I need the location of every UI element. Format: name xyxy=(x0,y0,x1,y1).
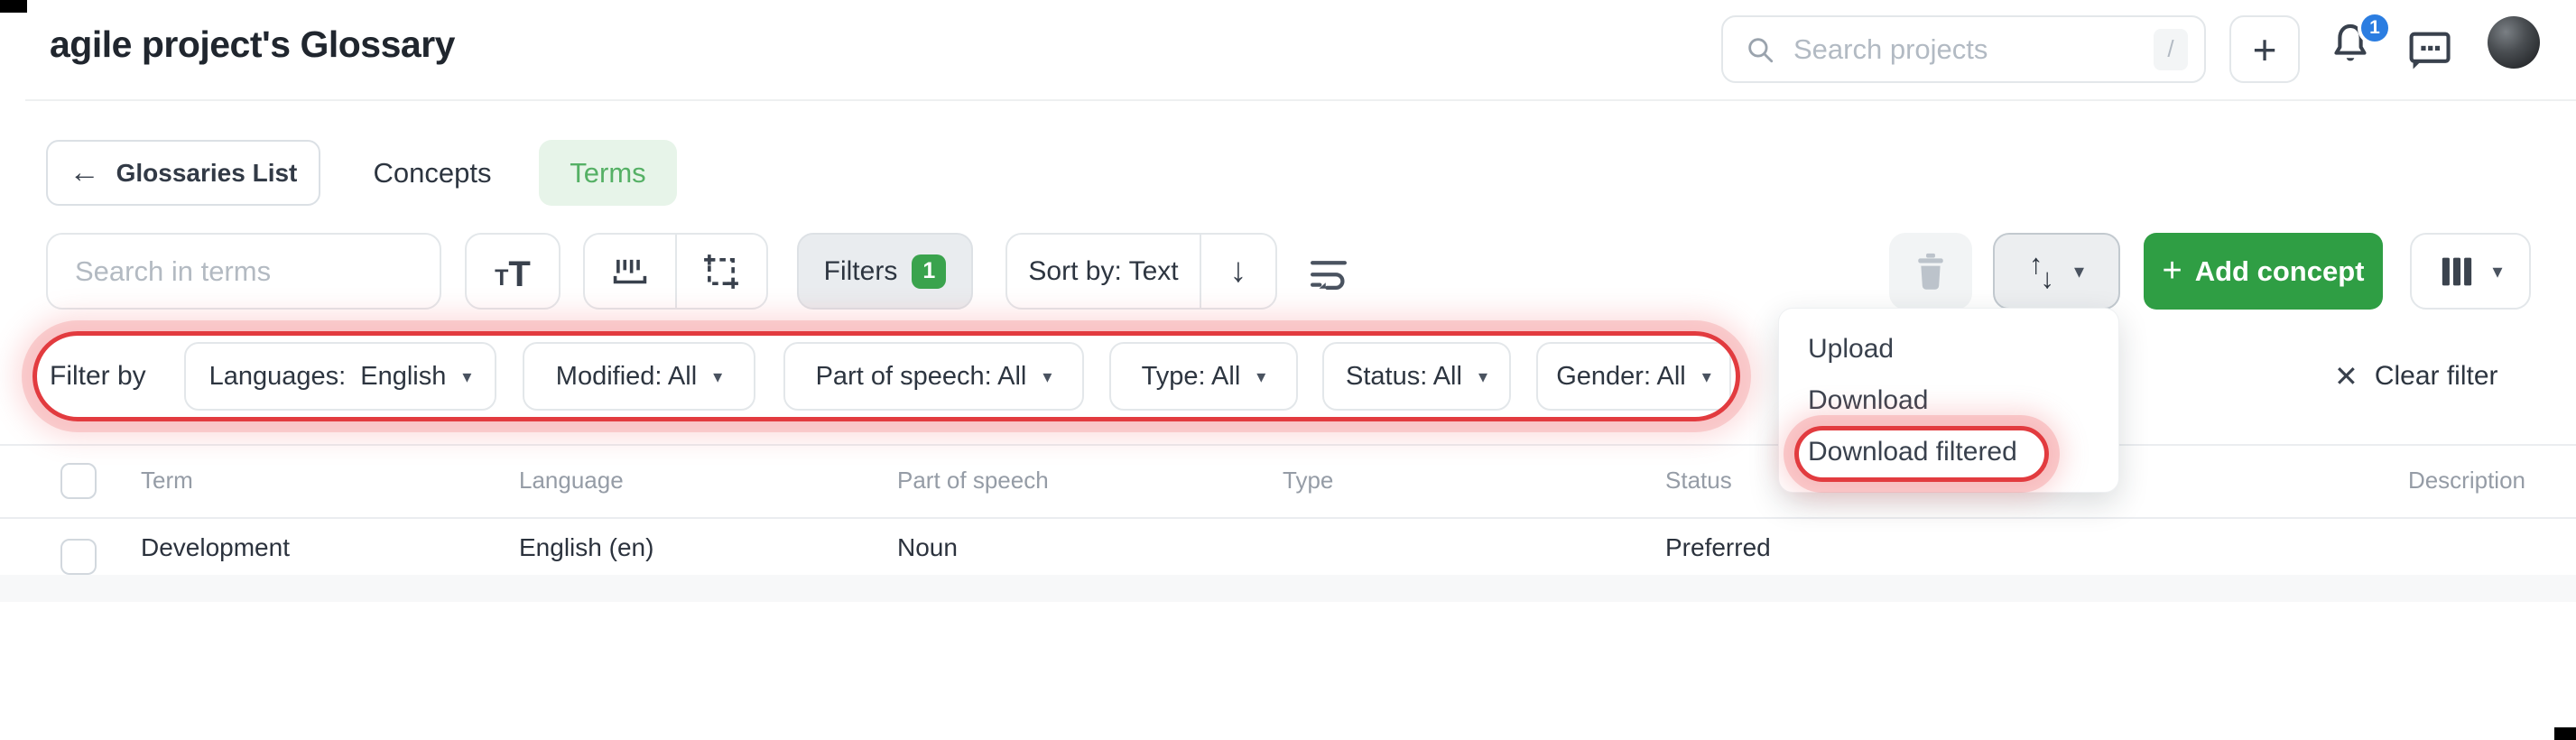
avatar[interactable] xyxy=(2488,16,2540,69)
column-header-status: Status xyxy=(1665,466,1732,494)
wrap-text-icon xyxy=(1311,261,1347,290)
select-all-checkbox[interactable] xyxy=(60,463,97,499)
caret-down-icon: ▾ xyxy=(1042,366,1052,387)
menu-item-upload[interactable]: Upload xyxy=(1779,323,2118,375)
cell-status: Preferred xyxy=(1665,533,1771,561)
filter-part-of-speech-dropdown[interactable]: Part of speech: All ▾ xyxy=(783,342,1084,411)
caret-down-icon: ▾ xyxy=(1478,366,1487,387)
filters-count-badge: 1 xyxy=(912,254,947,289)
table-header-divider xyxy=(0,517,2576,519)
corner-artifact-top-left xyxy=(0,0,27,13)
filter-type-dropdown[interactable]: Type: All ▾ xyxy=(1109,342,1298,411)
search-icon xyxy=(1748,37,1774,62)
back-button-label: Glossaries List xyxy=(116,158,298,187)
menu-item-download[interactable]: Download xyxy=(1779,375,2118,426)
sort-direction-icon: ↓ xyxy=(1229,252,1247,290)
glossary-terms-page: agile project's Glossary / + 1 ← Glossa xyxy=(0,0,2576,740)
arrow-down-icon: ↓ xyxy=(2040,262,2054,294)
filter-by-label: Filter by xyxy=(50,361,146,391)
chat-icon xyxy=(2409,32,2451,69)
cell-part-of-speech: Noun xyxy=(897,533,958,561)
filter-gender-dropdown[interactable]: Gender: All ▾ xyxy=(1536,342,1731,411)
wrap-text-button[interactable] xyxy=(1305,251,1352,292)
filters-button[interactable]: Filters 1 xyxy=(797,233,973,310)
page-title: agile project's Glossary xyxy=(50,23,455,65)
add-concept-label: Add concept xyxy=(2194,254,2365,287)
clear-filter-label: Clear filter xyxy=(2374,361,2498,391)
search-terms-box[interactable] xyxy=(46,233,441,310)
upload-download-menu: Upload Download Download filtered xyxy=(1778,308,2119,493)
filter-languages-dropdown[interactable]: Languages: English ▾ xyxy=(184,342,496,411)
search-mode-button-group xyxy=(583,233,768,310)
column-header-description: Description xyxy=(2407,466,2525,494)
exact-match-icon xyxy=(704,254,739,289)
notifications-button[interactable]: 1 xyxy=(2327,11,2392,76)
filter-modified-dropdown[interactable]: Modified: All ▾ xyxy=(523,342,755,411)
new-project-button[interactable]: + xyxy=(2229,15,2300,83)
tab-concepts-label: Concepts xyxy=(373,156,492,189)
delete-button[interactable] xyxy=(1889,233,1972,310)
whole-words-button[interactable] xyxy=(585,235,675,308)
search-terms-input[interactable] xyxy=(73,254,414,289)
add-concept-button[interactable]: + Add concept xyxy=(2144,233,2383,310)
filters-label: Filters xyxy=(823,255,898,286)
row-checkbox[interactable] xyxy=(60,539,97,575)
columns-icon xyxy=(2442,257,2472,285)
search-projects-input[interactable] xyxy=(1792,32,2154,67)
sort-button: Sort by: Text ↓ xyxy=(1005,233,1277,310)
corner-artifact-bottom-right xyxy=(2554,727,2576,740)
header-divider xyxy=(25,99,2576,101)
upload-download-menu-button[interactable]: ↑ ↓ ▾ xyxy=(1993,233,2120,310)
cell-language: English (en) xyxy=(519,533,654,561)
tab-terms-label: Terms xyxy=(570,156,646,189)
cell-term: Development xyxy=(141,533,290,561)
sort-by-button[interactable]: Sort by: Text xyxy=(1007,235,1200,308)
back-arrow-icon: ← xyxy=(69,155,100,190)
filter-status-dropdown[interactable]: Status: All ▾ xyxy=(1322,342,1511,411)
tab-terms[interactable]: Terms xyxy=(539,140,677,206)
slash-shortcut-badge: / xyxy=(2154,28,2188,70)
menu-item-download-filtered[interactable]: Download filtered xyxy=(1779,426,2118,477)
column-header-type: Type xyxy=(1283,466,1334,494)
notification-badge: 1 xyxy=(2358,11,2392,45)
trash-icon xyxy=(1918,253,1943,290)
search-projects-box[interactable]: / xyxy=(1721,15,2206,83)
sort-label: Sort by: Text xyxy=(1028,255,1179,286)
match-case-button[interactable]: T T xyxy=(465,233,561,310)
column-header-part-of-speech: Part of speech xyxy=(897,466,1049,494)
glossaries-list-back-button[interactable]: ← Glossaries List xyxy=(46,140,320,206)
column-header-language: Language xyxy=(519,466,624,494)
match-case-icon: T xyxy=(495,265,509,291)
caret-down-icon: ▾ xyxy=(1701,366,1711,387)
exact-match-button[interactable] xyxy=(674,235,767,308)
caret-down-icon: ▾ xyxy=(2492,259,2503,282)
columns-settings-button[interactable]: ▾ xyxy=(2410,233,2531,310)
close-icon: ✕ xyxy=(2334,360,2358,393)
plus-icon: + xyxy=(2252,25,2277,73)
feedback-button[interactable] xyxy=(2404,27,2454,74)
caret-down-icon: ▾ xyxy=(1256,366,1266,387)
whole-words-icon xyxy=(613,259,646,283)
plus-icon: + xyxy=(2162,252,2182,290)
sort-direction-button[interactable]: ↓ xyxy=(1200,235,1275,308)
caret-down-icon: ▾ xyxy=(462,366,472,387)
caret-down-icon: ▾ xyxy=(2073,259,2085,282)
column-header-term: Term xyxy=(141,466,193,494)
tab-concepts[interactable]: Concepts xyxy=(365,140,500,206)
caret-down-icon: ▾ xyxy=(713,366,723,387)
table-bottom-strip xyxy=(0,575,2576,602)
clear-filter-button[interactable]: ✕ Clear filter xyxy=(2334,331,2498,421)
